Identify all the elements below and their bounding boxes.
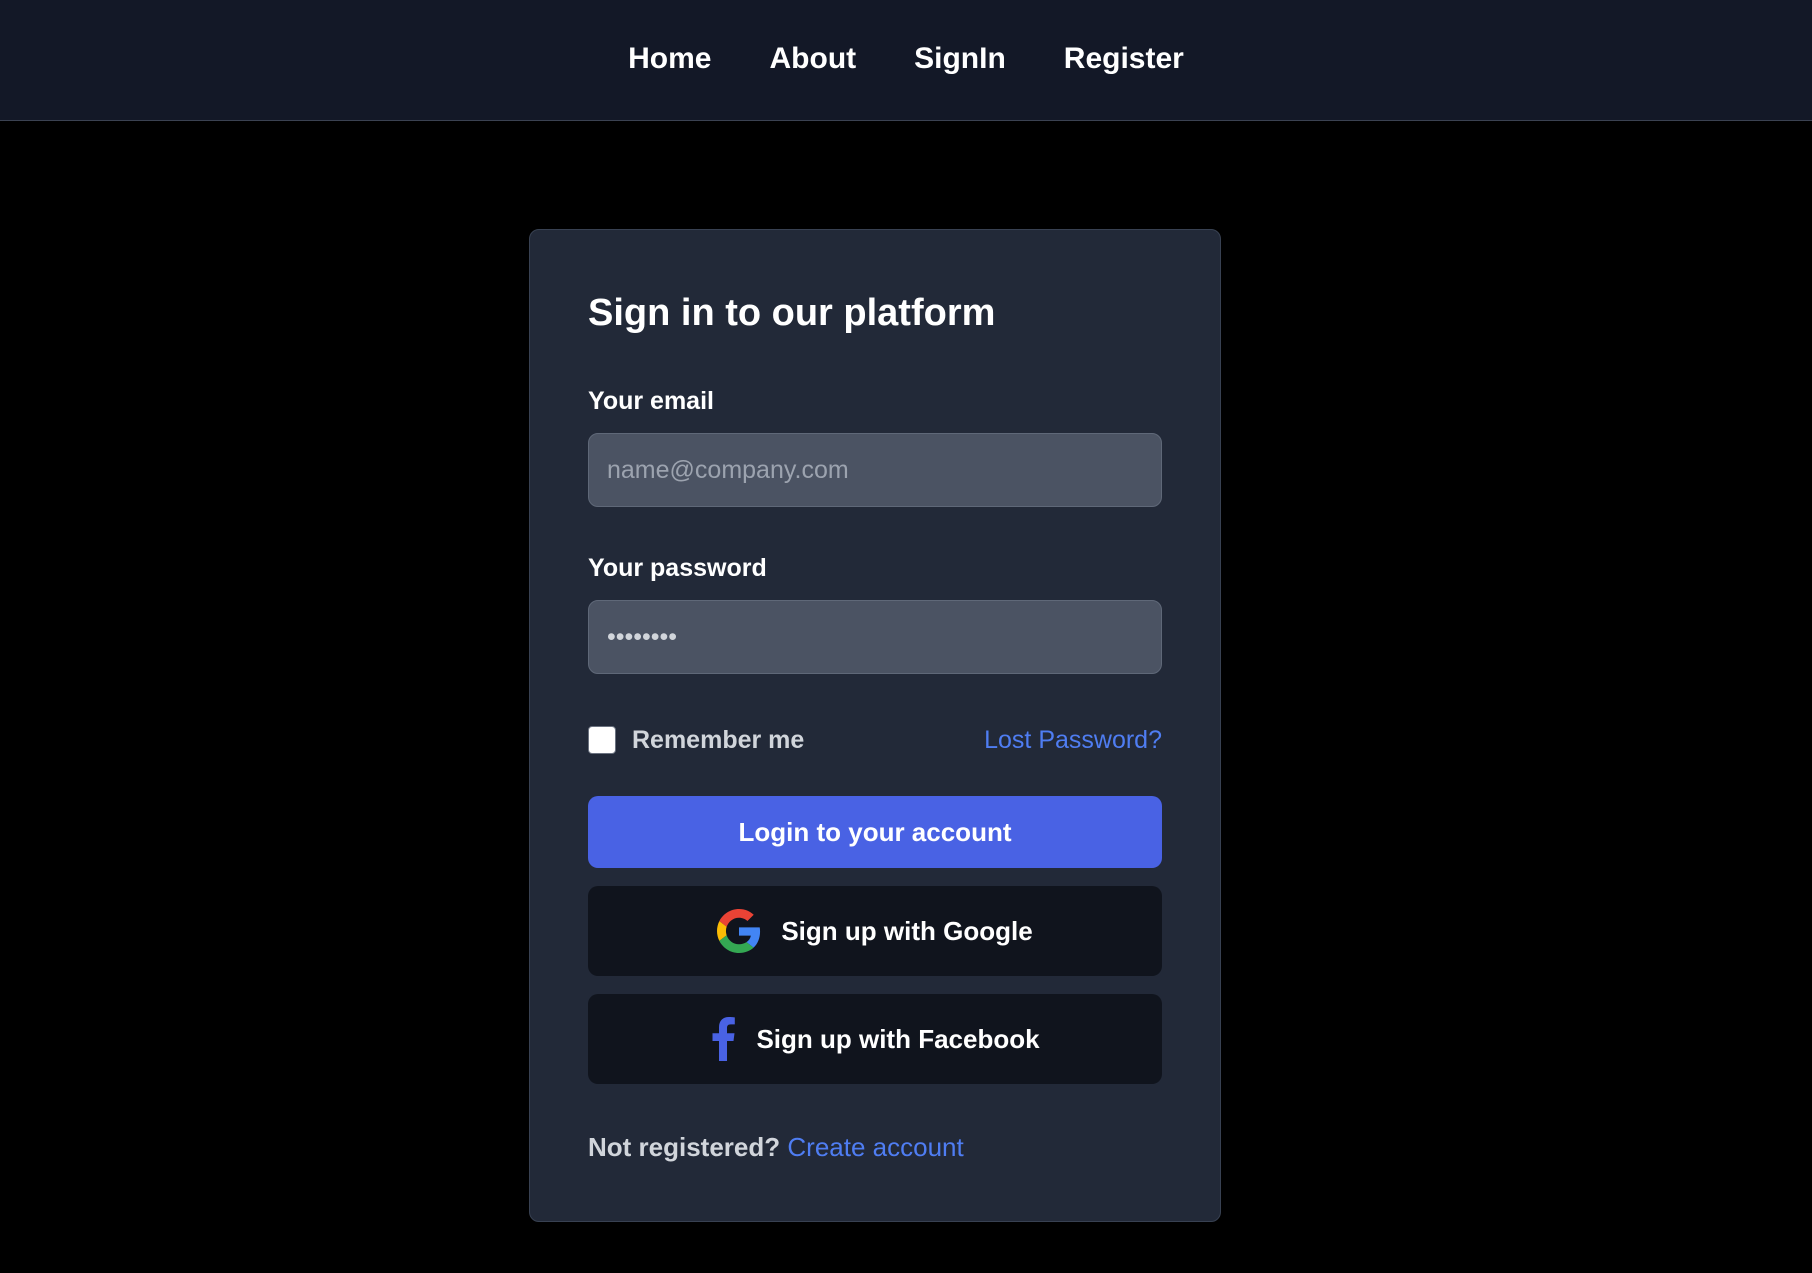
facebook-button-label: Sign up with Facebook [756, 1023, 1040, 1054]
signin-title: Sign in to our platform [588, 292, 996, 334]
not-registered-text: Not registered? [588, 1132, 781, 1162]
nav-about-link[interactable]: About [770, 42, 857, 76]
password-input[interactable] [588, 600, 1162, 674]
google-button-label: Sign up with Google [781, 915, 1033, 946]
login-button-label: Login to your account [738, 816, 1012, 847]
create-account-link[interactable]: Create account [787, 1132, 963, 1162]
facebook-f-icon [710, 1017, 736, 1061]
remember-me-checkbox[interactable] [588, 726, 616, 754]
nav-register-link[interactable]: Register [1064, 42, 1184, 76]
email-label: Your email [588, 387, 714, 415]
login-button[interactable]: Login to your account [588, 796, 1162, 868]
nav-signin-link[interactable]: SignIn [914, 42, 1006, 76]
email-input[interactable] [588, 433, 1162, 507]
remember-me-group: Remember me [588, 726, 804, 755]
lost-password-link[interactable]: Lost Password? [984, 726, 1162, 755]
top-navbar: Home About SignIn Register [0, 0, 1812, 121]
nav-home-link[interactable]: Home [628, 42, 711, 76]
signin-card: Sign in to our platform Your email Your … [529, 229, 1221, 1222]
register-prompt: Not registered? Create account [588, 1132, 964, 1163]
remember-me-label[interactable]: Remember me [632, 726, 804, 755]
google-g-icon [717, 909, 761, 953]
remember-row: Remember me Lost Password? [588, 720, 1162, 760]
password-label: Your password [588, 554, 767, 582]
facebook-signup-button[interactable]: Sign up with Facebook [588, 994, 1162, 1084]
google-signup-button[interactable]: Sign up with Google [588, 886, 1162, 976]
